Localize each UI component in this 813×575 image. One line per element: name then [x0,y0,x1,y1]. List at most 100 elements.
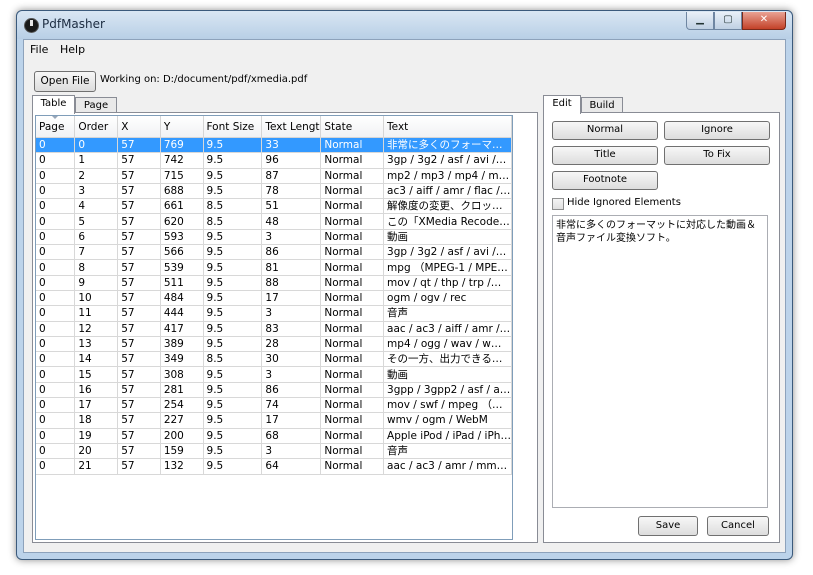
maximize-button[interactable]: ▢ [714,12,742,30]
table-row[interactable]: 0 21 57 132 9.5 64 Normal aac / ac3 / amr / mm… [36,458,512,475]
normal-button[interactable]: Normal [552,121,658,140]
table-cell: 661 [160,198,204,215]
table-cell: Normal [320,290,385,307]
table-cell: 13 [74,336,119,353]
table-row[interactable]: 0 1 57 742 9.5 96 Normal 3gp / 3g2 / asf / avi … [36,152,512,169]
table-cell: Apple iPod / iPad / iPh… [383,428,512,444]
table-cell: 57 [117,321,161,337]
table-cell: 86 [261,382,322,399]
elements-table-container[interactable]: Page Order X Y Font Size Text Lengt State Text … [35,115,513,540]
menu-help[interactable]: Help [60,43,85,56]
table-row[interactable]: 0 5 57 620 8.5 48 Normal この「XMedia Recode… [36,213,512,230]
table-row[interactable]: 0 12 57 417 9.5 83 Normal aac / ac3 / aiff / am… [36,321,512,337]
save-button[interactable]: Save [638,516,698,536]
tab-edit[interactable]: Edit [543,95,581,114]
tab-build[interactable]: Build [581,97,623,113]
table-row[interactable]: 0 16 57 281 9.5 86 Normal 3gpp / 3gpp2 / asf / … [36,382,512,399]
column-header-3[interactable]: Y [160,116,204,138]
column-header-1[interactable]: Order [74,116,119,138]
open-file-button[interactable]: Open File [34,71,96,92]
cancel-button[interactable]: Cancel [707,516,769,536]
table-row[interactable]: 0 8 57 539 9.5 81 Normal mpg （MPEG-1 / MPE… [36,259,512,276]
table-cell: 57 [117,443,161,460]
table-row[interactable]: 0 0 57 769 9.5 33 Normal 非常に多くのフォーマ… [36,137,512,154]
table-cell: mp4 / ogg / wav / w… [383,336,512,353]
table-cell: 3 [261,305,322,322]
table-row[interactable]: 0 2 57 715 9.5 87 Normal mp2 / mp3 / mp4 / m… [36,168,512,184]
table-cell: 78 [261,183,322,200]
working-on-label: Working on: D:/document/pdf/xmedia.pdf [100,74,308,85]
table-row[interactable]: 0 10 57 484 9.5 17 Normal ogm / ogv / rec [36,290,512,307]
table-cell: 769 [160,137,204,154]
title-button[interactable]: Title [552,146,658,165]
client-area: File Help Open File Working on: D:/docum… [23,39,786,553]
table-cell: 57 [117,351,161,368]
minimize-button[interactable]: ▁ [686,12,714,30]
table-row[interactable]: 0 14 57 349 8.5 30 Normal その一方、出力できる… [36,351,512,368]
table-cell: 0 [36,168,76,184]
column-header-7[interactable]: Text [383,116,512,138]
table-cell: 5 [74,213,119,230]
table-cell: Normal [320,168,385,184]
footnote-button[interactable]: Footnote [552,171,658,190]
ignore-button[interactable]: Ignore [664,121,770,140]
column-header-0[interactable]: Page [36,116,76,138]
menu-bar: File Help [24,40,785,60]
table-cell: 20 [74,443,119,460]
tab-table[interactable]: Table [32,95,75,114]
table-row[interactable]: 0 13 57 389 9.5 28 Normal mp4 / ogg / wav / w… [36,336,512,353]
element-text-area[interactable]: 非常に多くのフォーマットに対応した動画＆音声ファイル変換ソフト。 [552,215,768,508]
table-row[interactable]: 0 9 57 511 9.5 88 Normal mov / qt / thp / trp … [36,275,512,291]
table-row[interactable]: 0 19 57 200 9.5 68 Normal Apple iPod / iPad / i… [36,428,512,444]
column-header-2[interactable]: X [117,116,161,138]
table-cell: 9.5 [203,366,263,383]
table-cell: 57 [117,397,161,414]
table-row[interactable]: 0 7 57 566 9.5 86 Normal 3gp / 3g2 / asf / avi … [36,244,512,261]
table-cell: 0 [74,137,119,154]
table-cell: 9.5 [203,412,263,429]
table-cell: 57 [117,244,161,261]
table-cell: 417 [160,321,204,337]
to-fix-button[interactable]: To Fix [664,146,770,165]
table-row[interactable]: 0 17 57 254 9.5 74 Normal mov / swf / mpeg （… [36,397,512,414]
table-cell: 57 [117,366,161,383]
table-row[interactable]: 0 6 57 593 9.5 3 Normal 動画 [36,229,512,246]
table-cell: mp2 / mp3 / mp4 / m… [383,168,512,184]
table-cell: 9.5 [203,244,263,261]
table-cell: 0 [36,336,76,353]
table-cell: 9.5 [203,443,263,460]
table-cell: 21 [74,458,119,475]
column-header-4[interactable]: Font Size [203,116,263,138]
table-row[interactable]: 0 4 57 661 8.5 51 Normal 解像度の変更、クロッ… [36,198,512,215]
table-row[interactable]: 0 3 57 688 9.5 78 Normal ac3 / aiff / amr / fla… [36,183,512,200]
menu-file[interactable]: File [30,43,48,56]
table-cell: aac / ac3 / amr / mm… [383,458,512,475]
table-cell: Normal [320,321,385,337]
table-row[interactable]: 0 11 57 444 9.5 3 Normal 音声 [36,305,512,322]
table-cell: 0 [36,351,76,368]
table-row[interactable]: 0 20 57 159 9.5 3 Normal 音声 [36,443,512,460]
table-cell: 57 [117,382,161,399]
table-cell: Normal [320,152,385,169]
table-cell: Normal [320,366,385,383]
close-button[interactable]: ✕ [742,12,786,30]
window-title: PdfMasher [42,17,105,31]
table-cell: 57 [117,305,161,322]
table-cell: 0 [36,412,76,429]
table-row[interactable]: 0 18 57 227 9.5 17 Normal wmv / ogm / WebM [36,412,512,429]
table-cell: Normal [320,336,385,353]
table-cell: 0 [36,366,76,383]
hide-ignored-checkbox[interactable] [552,198,564,210]
table-row[interactable]: 0 15 57 308 9.5 3 Normal 動画 [36,366,512,383]
table-cell: 688 [160,183,204,200]
column-header-6[interactable]: State [320,116,385,138]
app-icon [24,18,39,33]
table-cell: 0 [36,229,76,246]
table-cell: 484 [160,290,204,307]
table-cell: 68 [261,428,322,444]
title-bar[interactable]: PdfMasher ▁ ▢ ✕ [17,11,792,39]
table-cell: Normal [320,275,385,291]
table-cell: 0 [36,428,76,444]
tab-page[interactable]: Page [75,97,117,113]
column-header-5[interactable]: Text Lengt [261,116,322,138]
